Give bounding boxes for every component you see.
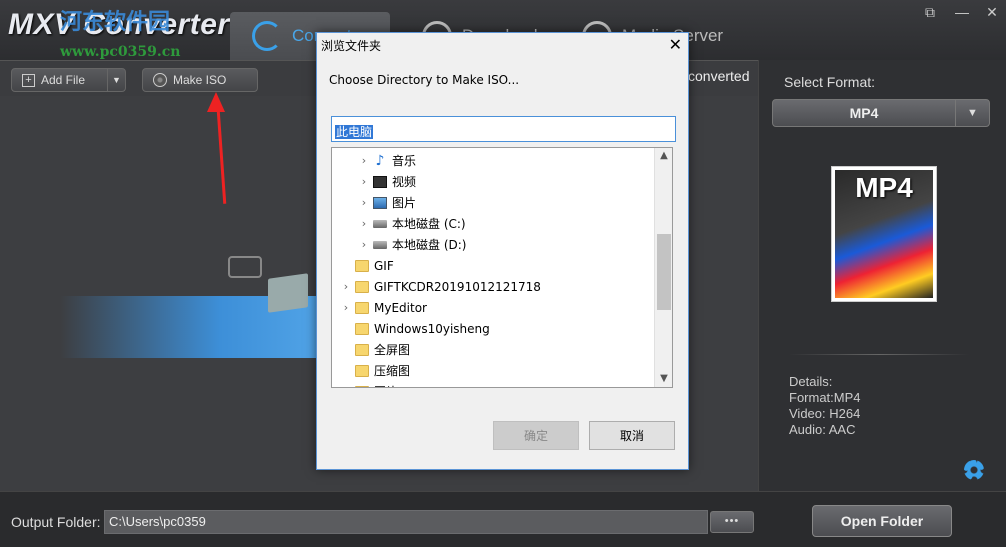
- tree-item-label: MyEditor: [374, 300, 427, 315]
- format-panel: Select Format: MP4 ▼ MP4 Details: Format…: [758, 60, 1006, 491]
- folder-name-value: 此电脑: [335, 125, 374, 139]
- select-format-label: Select Format:: [784, 74, 876, 90]
- video-camera-icon: [228, 256, 262, 278]
- music-icon: ♪: [375, 152, 385, 169]
- tree-item-label: 本地磁盘 (D:): [392, 238, 467, 252]
- expand-chevron-icon[interactable]: ›: [358, 217, 370, 230]
- output-bar: Output Folder: C:\Users\pc0359 ••• Open …: [0, 491, 1006, 547]
- tree-item[interactable]: 压缩图: [332, 360, 653, 381]
- tree-item[interactable]: 全屏图: [332, 339, 653, 360]
- tree-item[interactable]: › 视频: [332, 171, 653, 192]
- format-details: Details: Format:MP4 Video: H264 Audio: A…: [789, 374, 861, 438]
- folder-icon: [355, 364, 369, 377]
- expand-chevron-icon[interactable]: ›: [358, 196, 370, 209]
- scroll-up-icon[interactable]: ▲: [655, 148, 672, 164]
- tree-item-label: 本地磁盘 (C:): [392, 217, 466, 231]
- tree-item-label: GIF: [374, 258, 394, 273]
- tree-item-label: Windows10yisheng: [374, 321, 490, 336]
- drive-icon: [373, 240, 387, 249]
- tree-item[interactable]: › ♪ 音乐: [332, 150, 653, 171]
- gear-icon[interactable]: [964, 460, 984, 480]
- details-audio: Audio: AAC: [789, 422, 856, 437]
- tree-item[interactable]: › GIFTKCDR20191012121718: [332, 276, 653, 297]
- cancel-button[interactable]: 取消: [589, 421, 675, 450]
- tree-scrollbar[interactable]: ▲ ▼: [654, 148, 672, 387]
- expand-chevron-icon[interactable]: ›: [358, 238, 370, 251]
- video-icon: [373, 175, 387, 188]
- converted-label: converted: [688, 68, 750, 84]
- annotation-arrow-head: [207, 92, 225, 112]
- scroll-thumb[interactable]: [657, 234, 671, 310]
- chevron-down-icon[interactable]: ▼: [955, 100, 989, 126]
- dialog-close-icon[interactable]: ✕: [669, 35, 682, 54]
- tree-item[interactable]: › 图片: [332, 192, 653, 213]
- tree-item[interactable]: › 本地磁盘 (D:): [332, 234, 653, 255]
- folder-icon: [355, 385, 369, 387]
- expand-chevron-icon[interactable]: ›: [340, 301, 352, 314]
- refresh-icon: [252, 21, 282, 51]
- tree-item[interactable]: › 图片: [332, 381, 653, 387]
- folder-icon: [355, 280, 369, 293]
- format-thumbnail-text: MP4: [855, 172, 913, 203]
- ok-button[interactable]: 确定: [493, 421, 579, 450]
- make-iso-button[interactable]: Make ISO: [142, 68, 258, 92]
- folder-icon: [355, 343, 369, 356]
- minimize-icon[interactable]: —: [952, 4, 972, 20]
- clapperboard-icon: [268, 273, 308, 313]
- close-icon[interactable]: ✕: [982, 4, 1002, 20]
- format-thumbnail: MP4: [831, 166, 937, 302]
- details-format: Format:MP4: [789, 390, 861, 405]
- watermark-text: 河东软件园: [60, 9, 171, 35]
- add-file-button[interactable]: + Add File ▼: [11, 68, 126, 92]
- tree-item-label: 压缩图: [374, 364, 411, 378]
- picture-icon: [373, 196, 387, 209]
- folder-icon: [355, 322, 369, 335]
- make-iso-label: Make ISO: [173, 73, 227, 87]
- tree-item[interactable]: › 本地磁盘 (C:): [332, 213, 653, 234]
- folder-name-input[interactable]: 此电脑: [331, 116, 676, 142]
- folder-tree-list: › ♪ 音乐 › 视频 › 图片 › 本地磁盘 (C:) › 本地磁盘 (D:) GIF › GIFTKC…: [332, 150, 653, 387]
- output-folder-field[interactable]: C:\Users\pc0359: [104, 510, 708, 534]
- folder-icon: [355, 259, 369, 272]
- folder-tree[interactable]: › ♪ 音乐 › 视频 › 图片 › 本地磁盘 (C:) › 本地磁盘 (D:) GIF › GIFTKC…: [331, 147, 673, 388]
- format-select-value: MP4: [849, 105, 879, 121]
- open-folder-button[interactable]: Open Folder: [812, 505, 952, 537]
- expand-chevron-icon[interactable]: ›: [358, 154, 370, 167]
- browse-button[interactable]: •••: [710, 511, 754, 533]
- plus-icon: +: [22, 73, 35, 87]
- tree-item[interactable]: Windows10yisheng: [332, 318, 653, 339]
- tree-item-label: 音乐: [392, 154, 417, 168]
- tree-item-label: 图片: [392, 196, 417, 210]
- dialog-title: 浏览文件夹: [321, 39, 382, 53]
- disc-icon: [153, 73, 167, 87]
- tree-item-label: 图片: [374, 383, 398, 387]
- add-file-dropdown-icon[interactable]: ▼: [107, 69, 125, 91]
- tree-item-label: 全屏图: [374, 343, 411, 357]
- tree-item[interactable]: GIF: [332, 255, 653, 276]
- watermark-url: www.pc0359.cn: [60, 44, 181, 60]
- expand-chevron-icon[interactable]: ›: [340, 385, 352, 387]
- format-select[interactable]: MP4 ▼: [772, 99, 990, 127]
- divider: [789, 354, 969, 355]
- tree-item-label: GIFTKCDR20191012121718: [374, 279, 541, 294]
- scroll-down-icon[interactable]: ▼: [655, 371, 672, 387]
- expand-chevron-icon[interactable]: ›: [358, 175, 370, 188]
- output-folder-label: Output Folder:: [11, 514, 101, 530]
- mp4-artwork: MP4: [835, 170, 933, 298]
- tree-item-label: 视频: [392, 175, 417, 189]
- details-video: Video: H264: [789, 406, 861, 421]
- dialog-caption: Choose Directory to Make ISO...: [329, 73, 520, 87]
- tree-item[interactable]: › MyEditor: [332, 297, 653, 318]
- add-file-label: Add File: [41, 73, 86, 87]
- browse-folder-dialog: 浏览文件夹 ✕ Choose Directory to Make ISO... …: [316, 32, 689, 470]
- expand-chevron-icon[interactable]: ›: [340, 280, 352, 293]
- folder-icon: [355, 301, 369, 314]
- drive-icon: [373, 219, 387, 228]
- details-heading: Details:: [789, 374, 833, 389]
- restore-icon[interactable]: ⧉: [920, 4, 940, 20]
